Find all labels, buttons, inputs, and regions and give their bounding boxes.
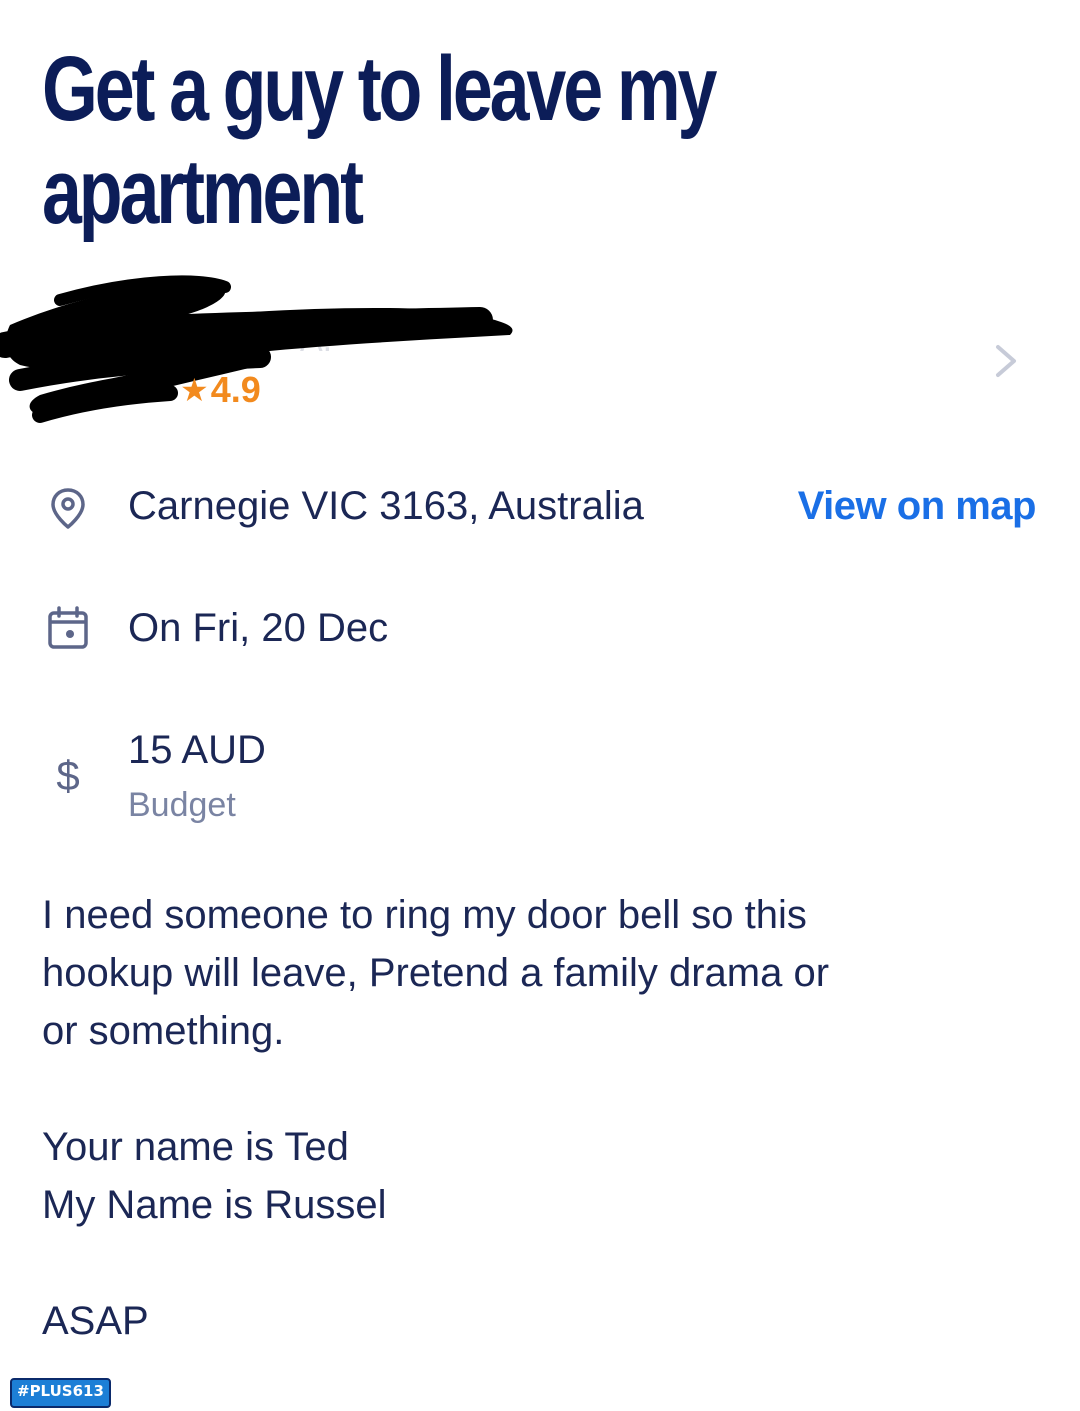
rating-value: 4.9 <box>210 369 261 410</box>
poster-row[interactable]: A. ★ 4.9 <box>0 265 1080 435</box>
date-row: On Fri, 20 Dec <box>0 602 1080 662</box>
date-text: On Fri, 20 Dec <box>128 606 389 650</box>
star-icon: ★ <box>180 372 209 408</box>
location-text: Carnegie VIC 3163, Australia <box>128 484 644 528</box>
dollar-icon: $ <box>56 752 80 799</box>
redaction-scribble <box>0 275 513 423</box>
calendar-icon <box>48 606 88 649</box>
budget-amount: 15 AUD <box>128 728 266 772</box>
budget-row: $ 15 AUD Budget <box>0 724 1080 834</box>
budget-label: Budget <box>128 786 236 824</box>
task-description: I need someone to ring my door bell so t… <box>42 893 830 1343</box>
location-row: Carnegie VIC 3163, Australia View on map <box>0 480 1080 540</box>
poster-rating: ★ 4.9 <box>180 369 261 411</box>
task-title: Get a guy to leave my apartment <box>42 38 717 243</box>
view-on-map-link[interactable]: View on map <box>798 484 1037 529</box>
watermark-logo: #PLUS613 <box>10 1378 111 1408</box>
location-pin-icon <box>51 488 85 529</box>
chevron-right-icon[interactable] <box>988 339 1024 383</box>
